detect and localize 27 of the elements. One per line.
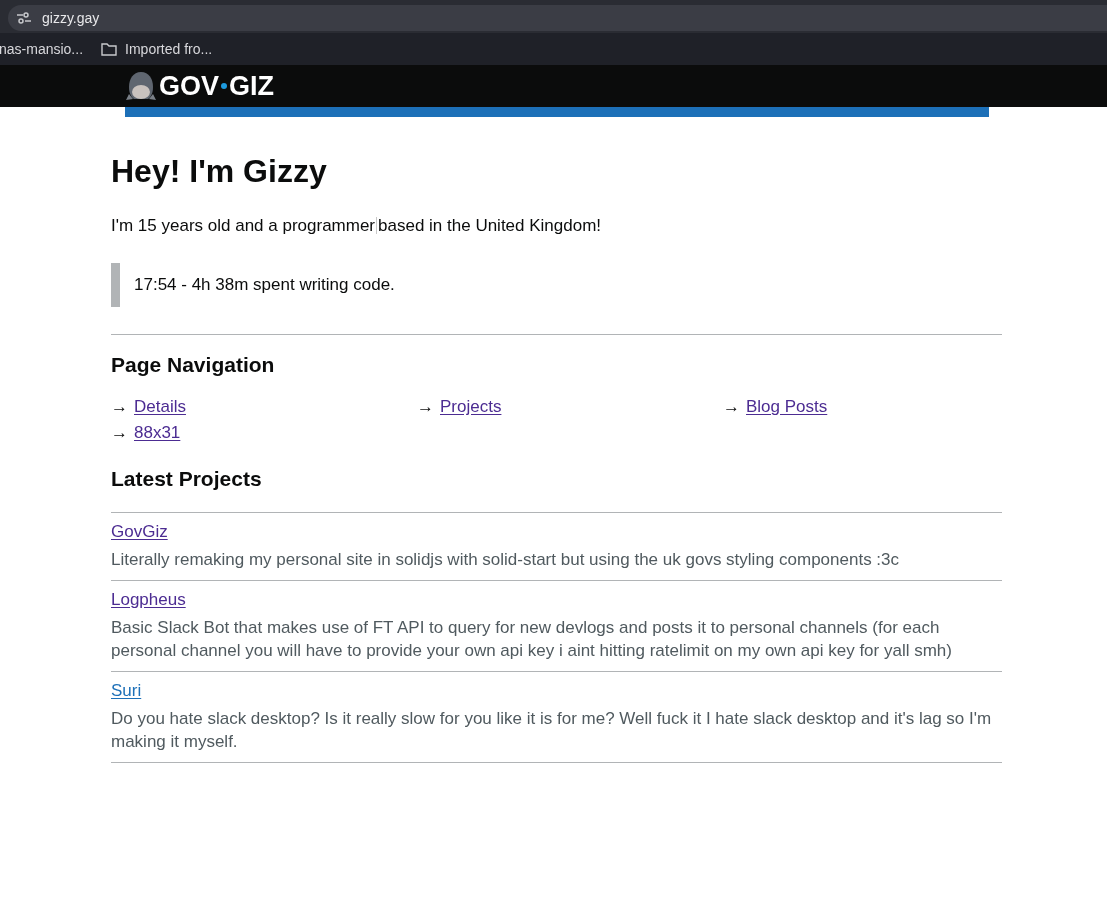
nav-link[interactable]: Projects [440, 397, 502, 417]
nav-link[interactable]: Blog Posts [746, 397, 828, 417]
nav-link[interactable]: 88x31 [134, 423, 181, 443]
project-description: Do you hate slack desktop? Is it really slow for you like it is for me? Well fuck it I hate slack desktop and it's lag so I'm making it myself. [111, 708, 993, 753]
mascot-icon [125, 70, 157, 102]
folder-icon [101, 42, 118, 56]
project-link[interactable]: GovGiz [111, 522, 168, 541]
nav-link[interactable]: Details [134, 397, 186, 417]
site-settings-icon[interactable] [16, 11, 32, 25]
project-link[interactable]: Suri [111, 681, 142, 700]
site-logo[interactable]: GOV GIZ [125, 70, 274, 102]
intro-text: I'm 15 years old and a programmer based in the United Kingdom! [111, 216, 603, 236]
status-quote: 17:54 - 4h 38m spent writing code. [111, 263, 1002, 307]
project-description: Literally remaking my personal site in solidjs with solid-start but using the uk govs styling components :3c [111, 549, 901, 571]
arrow-icon: → [111, 423, 128, 443]
arrow-icon: → [111, 397, 128, 417]
address-bar[interactable]: gizzy.gay [8, 5, 1107, 31]
bookmark-item[interactable]: nas-mansio... [0, 41, 84, 57]
project-link[interactable]: Logpheus [111, 590, 186, 609]
section-heading: Page Navigation [111, 353, 276, 377]
arrow-icon: → [417, 397, 434, 417]
bookmark-item[interactable]: Imported fro... [101, 41, 213, 57]
url-text: gizzy.gay [42, 10, 100, 26]
project-description: Basic Slack Bot that makes use of FT API to query for new devlogs and posts it to personal channels (for each personal channel you will have to provide your own api key i aint hitting ratelimit on my own api key for yall smh) [111, 617, 953, 662]
page-title: Hey! I'm Gizzy [111, 153, 328, 190]
arrow-icon: → [723, 397, 740, 417]
section-heading: Latest Projects [111, 467, 263, 491]
